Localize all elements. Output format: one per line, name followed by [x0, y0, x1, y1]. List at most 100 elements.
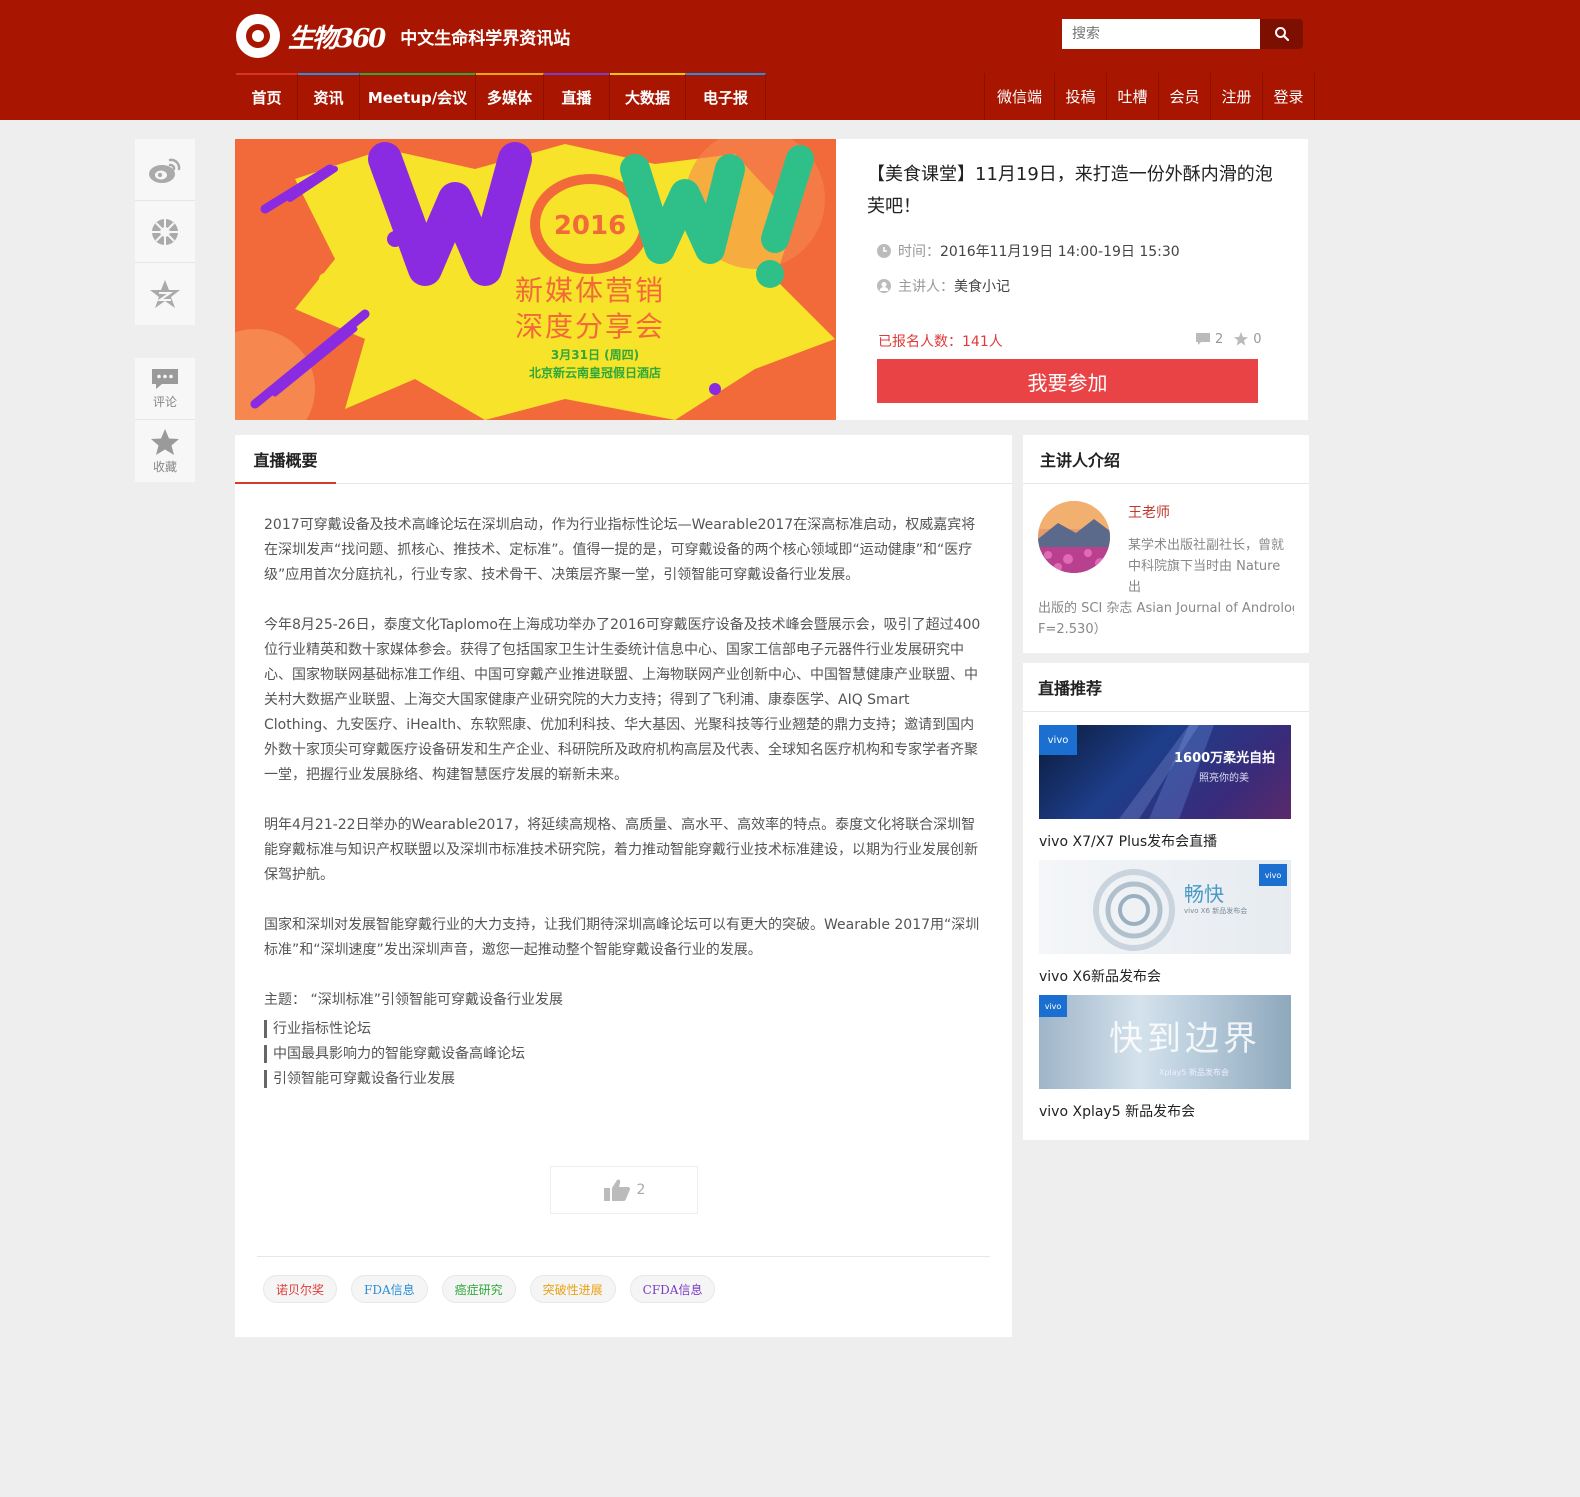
search-icon	[1274, 27, 1289, 42]
speaker-name[interactable]: 王老师	[1128, 502, 1170, 522]
article-paragraph: 今年8月25-26日，泰度文化Taplomo在上海成功举办了2016可穿戴医疗设…	[264, 617, 981, 783]
share-qzone-button[interactable]	[135, 263, 195, 325]
registration-count: 已报名人数：141人	[878, 331, 1003, 351]
article-paragraph: 明年4月21-22日举办的Wearable2017，将延续高规格、高质量、高水平…	[264, 817, 978, 883]
comment-label: 评论	[152, 395, 177, 409]
article-bullet: 行业指标性论坛	[264, 1020, 982, 1038]
comment-button[interactable]: 评论	[135, 358, 195, 420]
event-stats: 2 0	[1195, 331, 1262, 347]
tag[interactable]: CFDA信息	[629, 1275, 716, 1303]
tag[interactable]: 癌症研究	[441, 1275, 516, 1303]
thumbnail-subcaption: Xplay5 新品发布会	[1159, 1068, 1230, 1077]
speaker-bio-line: F=2.530）	[1038, 622, 1107, 637]
logo-target-icon	[236, 14, 280, 58]
recommend-thumbnail: vivo 快到边界 Xplay5 新品发布会	[1039, 995, 1291, 1089]
summary-card: 直播概要 2017可穿戴设备及技术高峰论坛在深圳启动，作为行业指标性论坛—Wea…	[235, 435, 1012, 1337]
recommend-item[interactable]: vivo 畅快 vivo X6 新品发布会 vivo X6新品发布会	[1039, 860, 1291, 986]
speaker-card: 主讲人介绍 王老师 某学术出版社副社长，曾就 中科院旗下当时由 Nature 出…	[1023, 435, 1309, 653]
nav-item[interactable]: 直播	[544, 73, 610, 120]
weibo-icon	[149, 158, 181, 183]
comment-icon	[152, 369, 178, 389]
speaker-bio-line: 出版的 SCI 杂志 Asian Journal of Andrology	[1038, 601, 1294, 616]
user-icon	[877, 279, 891, 293]
tag-list: 诺贝尔奖 FDA信息 癌症研究 突破性进展 CFDA信息	[263, 1275, 729, 1303]
speaker-bio-line: 某学术出版社副社长，曾就	[1128, 538, 1285, 553]
favorite-label: 收藏	[152, 459, 177, 474]
nav-item[interactable]: 电子报	[686, 73, 766, 120]
recommend-title[interactable]: vivo X6新品发布会	[1039, 966, 1291, 986]
share-weibo-button[interactable]	[135, 139, 195, 201]
time-value: 2016年11月19日 14:00-19日 15:30	[940, 244, 1180, 260]
nav-item[interactable]: 资讯	[298, 73, 360, 120]
site-slogan: 中文生命科学界资讯站	[400, 28, 571, 49]
event-title[interactable]: 【美食课堂】11月19日，来打造一份外酥内滑的泡芙吧！	[867, 159, 1277, 223]
banner-year: 2016	[553, 211, 627, 241]
site-logo[interactable]: 生物360 中文生命科学界资讯站	[236, 14, 570, 58]
favorite-button[interactable]: 收藏	[135, 420, 195, 482]
host-value: 美食小记	[954, 279, 1010, 295]
comment-count: 2	[1215, 331, 1224, 347]
tag[interactable]: FDA信息	[351, 1275, 428, 1303]
speaker-heading: 主讲人介绍	[1023, 435, 1309, 484]
banner-date: 3月31日 (周四)	[550, 348, 640, 362]
site-header: 生物360 中文生命科学界资讯站 首页资讯Meetup/会议多媒体直播大数据电子…	[0, 0, 1580, 120]
article-theme: 主题： “深圳标准”引领智能可穿戴设备行业发展	[264, 992, 563, 1008]
logo-wordmark: 生物360	[288, 23, 386, 54]
join-button[interactable]: 我要参加	[877, 359, 1258, 403]
clock-icon	[877, 244, 891, 258]
search-input[interactable]	[1062, 19, 1260, 49]
event-card: 2016 新媒体营销 深度分享会 3月31日 (周四) 北京新云南皇冠假日酒店 …	[235, 139, 1308, 420]
thumbnail-subcaption: 照亮你的美	[1199, 773, 1249, 784]
search-button[interactable]	[1260, 19, 1303, 49]
favorite-count: 0	[1253, 331, 1262, 347]
recommend-title[interactable]: vivo X7/X7 Plus发布会直播	[1039, 831, 1291, 851]
thumbs-up-icon	[603, 1179, 630, 1201]
user-nav-item[interactable]: 注册	[1211, 73, 1263, 120]
recommend-heading: 直播推荐	[1023, 663, 1309, 712]
main-nav: 首页 资讯 Meetup/会议 多媒体 直播 大数据 电子报	[236, 73, 766, 120]
recommend-title[interactable]: vivo Xplay5 新品发布会	[1039, 1101, 1291, 1121]
article-paragraph: 国家和深圳对发展智能穿戴行业的大力支持，让我们期待深圳高峰论坛可以有更大的突破。…	[264, 917, 980, 958]
article-bullet: 引领智能可穿戴设备行业发展	[264, 1070, 982, 1088]
banner-place: 北京新云南皇冠假日酒店	[528, 366, 661, 380]
tag[interactable]: 突破性进展	[529, 1275, 616, 1303]
speaker-bio: 某学术出版社副社长，曾就 中科院旗下当时由 Nature 出 出版的 SCI 杂…	[1038, 535, 1294, 640]
user-nav-item[interactable]: 微信端	[985, 73, 1055, 120]
user-nav-item[interactable]: 吐槽	[1107, 73, 1159, 120]
reg-label: 已报名人数：	[878, 334, 962, 350]
article-bullet: 中国最具影响力的智能穿戴设备高峰论坛	[264, 1045, 982, 1063]
event-banner[interactable]: 2016 新媒体营销 深度分享会 3月31日 (周四) 北京新云南皇冠假日酒店	[235, 139, 836, 420]
event-time: 时间： 2016年11月19日 14:00-19日 15:30	[876, 241, 1180, 261]
user-nav-item[interactable]: 投稿	[1055, 73, 1107, 120]
nav-item[interactable]: Meetup/会议	[360, 73, 476, 120]
wechat-moments-icon	[152, 218, 178, 245]
user-nav-item[interactable]: 登录	[1263, 73, 1315, 120]
like-button[interactable]: 2	[550, 1166, 698, 1214]
divider	[257, 1256, 990, 1257]
nav-item[interactable]: 多媒体	[476, 73, 544, 120]
thumbnail-caption: 畅快	[1184, 882, 1224, 906]
thumbnail-subcaption: vivo X6 新品发布会	[1184, 907, 1248, 915]
star-icon	[151, 428, 179, 455]
recommend-item[interactable]: vivo 1600万柔光自拍 照亮你的美 vivo X7/X7 Plus发布会直…	[1039, 725, 1291, 851]
article-paragraph: 2017可穿戴设备及技术高峰论坛在深圳启动，作为行业指标性论坛—Wearable…	[264, 517, 976, 583]
thumbnail-caption: 快到边界	[1109, 1019, 1261, 1059]
recommend-thumbnail: vivo 畅快 vivo X6 新品发布会	[1039, 860, 1291, 954]
thumbnail-caption: 1600万柔光自拍	[1174, 751, 1276, 766]
event-host: 主讲人： 美食小记	[876, 276, 1010, 296]
like-count: 2	[636, 1182, 646, 1198]
share-moments-button[interactable]	[135, 201, 195, 263]
article-body: 2017可穿戴设备及技术高峰论坛在深圳启动，作为行业指标性论坛—Wearable…	[264, 513, 982, 1095]
recommend-item[interactable]: vivo 快到边界 Xplay5 新品发布会 vivo Xplay5 新品发布会	[1039, 995, 1291, 1121]
summary-tabs: 直播概要	[235, 435, 1012, 484]
tag[interactable]: 诺贝尔奖	[263, 1275, 338, 1303]
user-nav-item[interactable]: 会员	[1159, 73, 1211, 120]
banner-line2: 深度分享会	[514, 310, 665, 343]
nav-item[interactable]: 大数据	[610, 73, 686, 120]
nav-item[interactable]: 首页	[236, 73, 298, 120]
tab-summary[interactable]: 直播概要	[235, 435, 336, 484]
speaker-bio-line: 中科院旗下当时由 Nature 出	[1128, 559, 1281, 595]
host-label: 主讲人：	[898, 279, 954, 295]
favorite-count-icon	[1234, 332, 1249, 346]
share-bar	[135, 139, 195, 325]
